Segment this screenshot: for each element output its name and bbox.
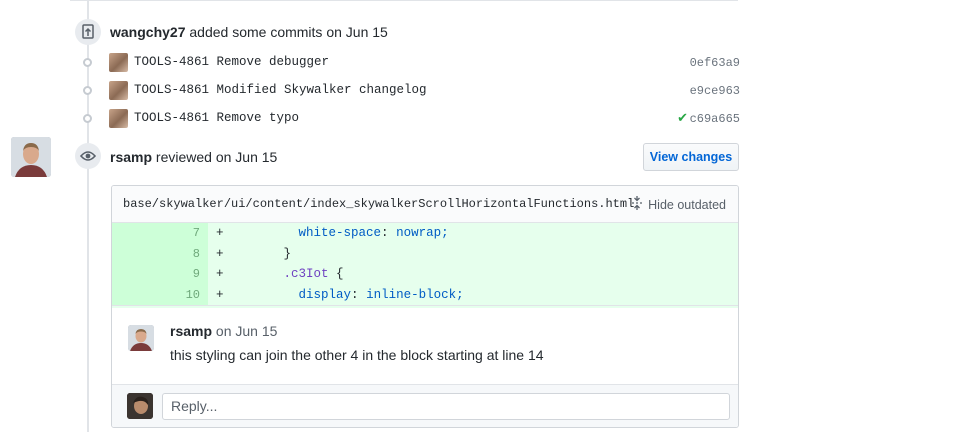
comment-date[interactable]: on Jun 15 xyxy=(216,323,278,339)
line-number[interactable]: 9 xyxy=(112,264,208,285)
commit-sha-link[interactable]: 0ef63a9 xyxy=(690,56,740,70)
commit-message-link[interactable]: TOOLS-4861 Remove debugger xyxy=(134,55,329,69)
eye-icon xyxy=(75,143,101,169)
commit-message-link[interactable]: TOOLS-4861 Remove typo xyxy=(134,111,299,125)
diff-line: 7 + white-space: nowrap; xyxy=(112,223,738,244)
diff-line: 8 + } xyxy=(112,243,738,264)
commit-event-action: added some commits on Jun 15 xyxy=(189,24,388,40)
avatar[interactable] xyxy=(128,325,154,351)
commit-sha-link[interactable]: c69a665 xyxy=(690,112,740,126)
commit-message-link[interactable]: TOOLS-4861 Modified Skywalker changelog xyxy=(134,83,427,97)
commit-row: TOOLS-4861 Remove debugger 0ef63a9 xyxy=(78,51,740,75)
commit-row: TOOLS-4861 Modified Skywalker changelog … xyxy=(78,79,740,103)
line-number[interactable]: 7 xyxy=(112,223,208,244)
hide-outdated-button[interactable]: Hide outdated xyxy=(631,196,726,213)
avatar[interactable] xyxy=(109,53,128,72)
commit-dot-icon xyxy=(83,58,92,67)
review-event-header: rsamp reviewed on Jun 15 xyxy=(110,149,277,165)
diff-hunk: 7 + white-space: nowrap; 8 + } 9 + .c3Io… xyxy=(112,223,738,308)
avatar[interactable] xyxy=(109,81,128,100)
commit-author-link[interactable]: wangchy27 xyxy=(110,24,185,40)
file-path-link[interactable]: base/skywalker/ui/content/index_skywalke… xyxy=(123,197,634,211)
review-thread: base/skywalker/ui/content/index_skywalke… xyxy=(111,185,739,428)
comment-author-link[interactable]: rsamp xyxy=(170,323,212,339)
commit-dot-icon xyxy=(83,114,92,123)
check-icon[interactable]: ✔ xyxy=(677,110,688,126)
line-number[interactable]: 10 xyxy=(112,284,208,305)
avatar xyxy=(127,393,153,419)
code-line: + } xyxy=(216,246,292,261)
commit-dot-icon xyxy=(83,86,92,95)
fold-icon xyxy=(631,196,643,213)
comment-body: this styling can join the other 4 in the… xyxy=(170,347,544,363)
view-changes-button[interactable]: View changes xyxy=(643,143,739,171)
reviewer-avatar[interactable] xyxy=(11,137,51,177)
review-event-action: reviewed on Jun 15 xyxy=(155,149,278,165)
code-line: + display: inline-block; xyxy=(216,287,464,302)
commit-sha-link[interactable]: e9ce963 xyxy=(690,84,740,98)
hide-outdated-label: Hide outdated xyxy=(648,197,726,212)
comment-header: rsamp on Jun 15 xyxy=(170,323,277,339)
review-author-link[interactable]: rsamp xyxy=(110,149,152,165)
commit-row: TOOLS-4861 Remove typo ✔ c69a665 xyxy=(78,107,740,131)
review-comment: rsamp on Jun 15 this styling can join th… xyxy=(112,305,738,384)
diff-line: 9 + .c3Iot { xyxy=(112,264,738,285)
code-line: + .c3Iot { xyxy=(216,267,344,281)
file-header: base/skywalker/ui/content/index_skywalke… xyxy=(112,186,738,223)
reply-input[interactable]: Reply... xyxy=(162,393,730,420)
diff-line: 10 + display: inline-block; xyxy=(112,284,738,305)
code-line: + white-space: nowrap; xyxy=(216,226,449,240)
line-number[interactable]: 8 xyxy=(112,243,208,264)
commits-event-header: wangchy27 added some commits on Jun 15 xyxy=(110,24,388,40)
repo-push-icon xyxy=(75,19,101,45)
reply-bar: Reply... xyxy=(112,384,738,427)
top-divider xyxy=(70,0,738,1)
avatar[interactable] xyxy=(109,109,128,128)
